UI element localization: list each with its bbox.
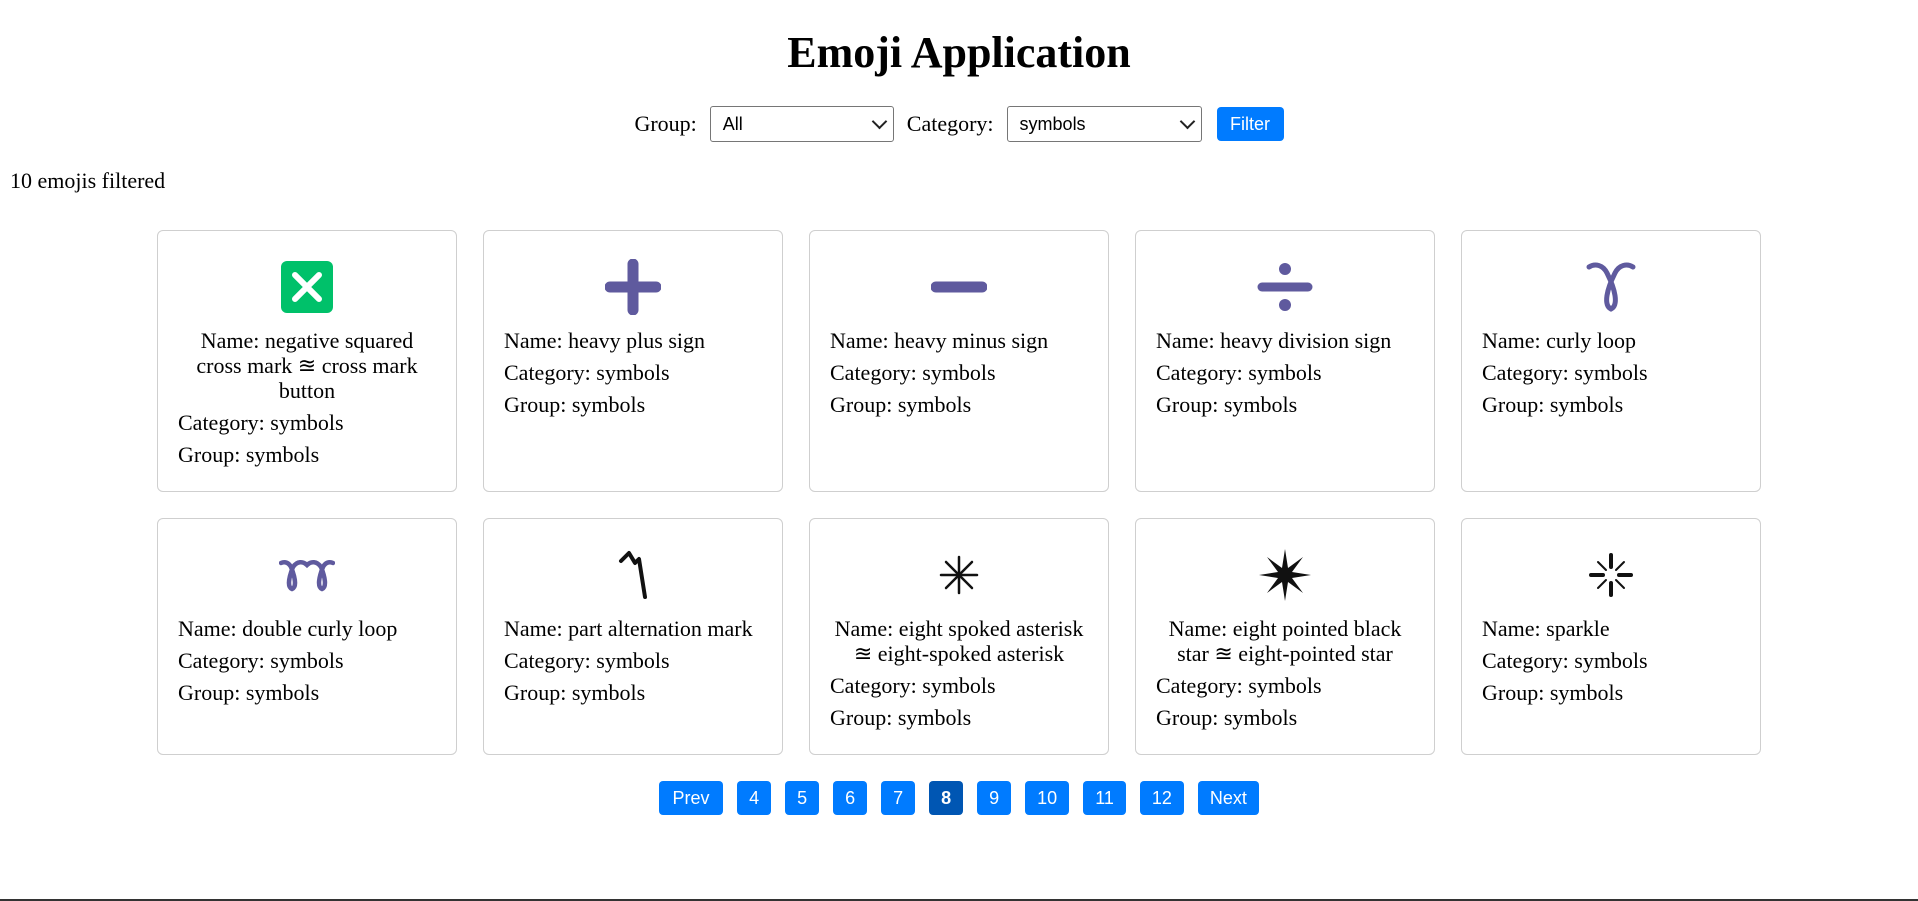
page-button[interactable]: 11 xyxy=(1083,781,1126,815)
emoji-group: Group: symbols xyxy=(504,392,646,417)
category-select[interactable]: symbols xyxy=(1006,106,1202,142)
curly-loop-icon xyxy=(1482,258,1740,316)
emoji-card: Name: sparkle Category: symbols Group: s… xyxy=(1461,518,1761,755)
emoji-name: Name: curly loop xyxy=(1482,328,1636,353)
emoji-group: Group: symbols xyxy=(1156,392,1298,417)
heavy-division-icon xyxy=(1156,258,1414,316)
page-button[interactable]: 6 xyxy=(833,781,868,815)
emoji-category: Category: symbols xyxy=(830,360,996,385)
emoji-category: Category: symbols xyxy=(178,410,344,435)
eight-spoked-asterisk-icon xyxy=(830,546,1088,604)
emoji-name: Name: part alternation mark xyxy=(504,616,753,641)
next-button[interactable]: Next xyxy=(1197,781,1259,815)
emoji-name: Name: double curly loop xyxy=(178,616,398,641)
emoji-name: Name: heavy division sign xyxy=(1156,328,1392,353)
emoji-category: Category: symbols xyxy=(1482,360,1648,385)
emoji-group: Group: symbols xyxy=(178,442,320,467)
heavy-plus-icon xyxy=(504,258,762,316)
emoji-name: Name: sparkle xyxy=(1482,616,1610,641)
chevron-down-icon xyxy=(871,113,888,129)
emoji-card: Name: eight pointed black star ≊ eight-p… xyxy=(1135,518,1435,755)
emoji-category: Category: symbols xyxy=(1156,673,1322,698)
page-button[interactable]: 4 xyxy=(737,781,772,815)
emoji-card: Name: negative squared cross mark ≊ cros… xyxy=(157,230,457,492)
pagination: Prev 4 5 6 7 8 9 10 11 12 Next xyxy=(0,781,1918,815)
group-select[interactable]: All xyxy=(709,106,894,142)
eight-pointed-star-icon xyxy=(1156,546,1414,604)
page-button[interactable]: 7 xyxy=(881,781,916,815)
emoji-category: Category: symbols xyxy=(178,648,344,673)
page-title: Emoji Application xyxy=(787,28,1131,77)
prev-button[interactable]: Prev xyxy=(659,781,724,815)
emoji-card: Name: heavy minus sign Category: symbols… xyxy=(809,230,1109,492)
page-button-current[interactable]: 8 xyxy=(929,781,964,815)
chevron-down-icon xyxy=(1179,113,1195,129)
emoji-name: Name: negative squared cross mark ≊ cros… xyxy=(196,328,418,403)
emoji-category: Category: symbols xyxy=(504,360,670,385)
emoji-count: 10 emojis filtered xyxy=(10,168,166,193)
emoji-name: Name: heavy minus sign xyxy=(830,328,1049,353)
emoji-card: Name: heavy plus sign Category: symbols … xyxy=(483,230,783,492)
part-alternation-mark-icon xyxy=(504,546,762,604)
emoji-name: Name: eight spoked asterisk ≊ eight-spok… xyxy=(834,616,1084,666)
sparkle-icon xyxy=(1482,546,1740,604)
emoji-category: Category: symbols xyxy=(830,673,996,698)
page-button[interactable]: 9 xyxy=(977,781,1012,815)
double-curly-loop-icon xyxy=(178,546,436,604)
emoji-category: Category: symbols xyxy=(504,648,670,673)
category-label: Category: xyxy=(906,111,994,136)
emoji-card: Name: curly loop Category: symbols Group… xyxy=(1461,230,1761,492)
emoji-card: Name: double curly loop Category: symbol… xyxy=(157,518,457,755)
emoji-card: Name: heavy division sign Category: symb… xyxy=(1135,230,1435,492)
page-button[interactable]: 10 xyxy=(1025,781,1070,815)
emoji-name: Name: heavy plus sign xyxy=(504,328,706,353)
group-select-value: All xyxy=(722,113,743,134)
emoji-card: Name: eight spoked asterisk ≊ eight-spok… xyxy=(809,518,1109,755)
emoji-group: Group: symbols xyxy=(178,680,320,705)
emoji-name: Name: eight pointed black star ≊ eight-p… xyxy=(1168,616,1402,666)
group-label: Group: xyxy=(634,111,697,136)
emoji-group: Group: symbols xyxy=(1482,392,1624,417)
emoji-group: Group: symbols xyxy=(1156,705,1298,730)
emoji-category: Category: symbols xyxy=(1156,360,1322,385)
emoji-group: Group: symbols xyxy=(504,680,646,705)
emoji-grid: Name: negative squared cross mark ≊ cros… xyxy=(157,230,1761,755)
page-button[interactable]: 12 xyxy=(1139,781,1184,815)
filter-button[interactable]: Filter xyxy=(1216,107,1284,141)
emoji-category: Category: symbols xyxy=(1482,648,1648,673)
emoji-group: Group: symbols xyxy=(1482,680,1624,705)
page-button[interactable]: 5 xyxy=(785,781,820,815)
heavy-minus-icon xyxy=(830,258,1088,316)
filter-bar: Group: All Category: symbols Filter xyxy=(0,106,1918,142)
emoji-group: Group: symbols xyxy=(830,705,972,730)
category-select-value: symbols xyxy=(1019,113,1086,134)
emoji-group: Group: symbols xyxy=(830,392,972,417)
cross-mark-button-icon xyxy=(178,258,436,316)
emoji-card: Name: part alternation mark Category: sy… xyxy=(483,518,783,755)
